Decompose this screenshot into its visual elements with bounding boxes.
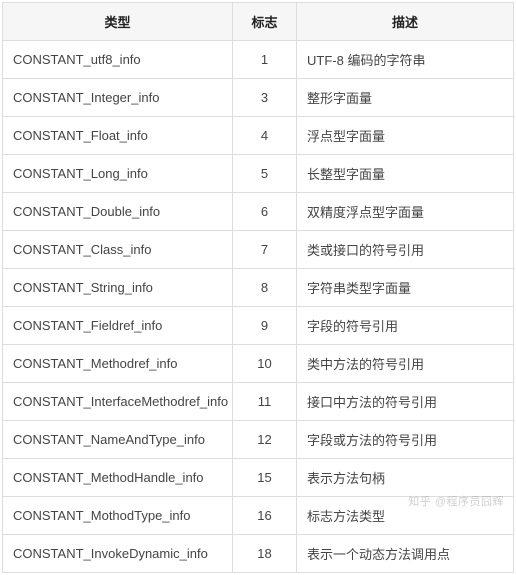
table-row: CONSTANT_Float_info4浮点型字面量	[3, 117, 514, 155]
cell-desc: 浮点型字面量	[297, 117, 514, 155]
header-desc: 描述	[297, 3, 514, 41]
cell-flag: 1	[233, 41, 297, 79]
cell-flag: 8	[233, 269, 297, 307]
cell-flag: 15	[233, 459, 297, 497]
cell-desc: 字符串类型字面量	[297, 269, 514, 307]
constant-pool-table: 类型 标志 描述 CONSTANT_utf8_info1UTF-8 编码的字符串…	[2, 2, 514, 573]
table-row: CONSTANT_String_info8字符串类型字面量	[3, 269, 514, 307]
cell-type: CONSTANT_Fieldref_info	[3, 307, 233, 345]
table-header-row: 类型 标志 描述	[3, 3, 514, 41]
cell-flag: 3	[233, 79, 297, 117]
cell-type: CONSTANT_InvokeDynamic_info	[3, 535, 233, 573]
cell-flag: 7	[233, 231, 297, 269]
cell-flag: 10	[233, 345, 297, 383]
header-type: 类型	[3, 3, 233, 41]
cell-desc: 长整型字面量	[297, 155, 514, 193]
cell-flag: 4	[233, 117, 297, 155]
cell-type: CONSTANT_NameAndType_info	[3, 421, 233, 459]
cell-type: CONSTANT_MethodHandle_info	[3, 459, 233, 497]
cell-type: CONSTANT_Integer_info	[3, 79, 233, 117]
header-flag: 标志	[233, 3, 297, 41]
cell-flag: 12	[233, 421, 297, 459]
table-row: CONSTANT_utf8_info1UTF-8 编码的字符串	[3, 41, 514, 79]
cell-desc: 整形字面量	[297, 79, 514, 117]
cell-type: CONSTANT_Double_info	[3, 193, 233, 231]
cell-type: CONSTANT_Float_info	[3, 117, 233, 155]
cell-desc: 表示一个动态方法调用点	[297, 535, 514, 573]
table-row: CONSTANT_Class_info7类或接口的符号引用	[3, 231, 514, 269]
cell-desc: 标志方法类型	[297, 497, 514, 535]
cell-flag: 18	[233, 535, 297, 573]
cell-desc: UTF-8 编码的字符串	[297, 41, 514, 79]
cell-flag: 11	[233, 383, 297, 421]
table-row: CONSTANT_InterfaceMethodref_info11接口中方法的…	[3, 383, 514, 421]
cell-type: CONSTANT_InterfaceMethodref_info	[3, 383, 233, 421]
cell-desc: 类或接口的符号引用	[297, 231, 514, 269]
cell-desc: 接口中方法的符号引用	[297, 383, 514, 421]
cell-type: CONSTANT_Long_info	[3, 155, 233, 193]
table-row: CONSTANT_MethodHandle_info15表示方法句柄	[3, 459, 514, 497]
cell-type: CONSTANT_utf8_info	[3, 41, 233, 79]
table-row: CONSTANT_Double_info6双精度浮点型字面量	[3, 193, 514, 231]
cell-flag: 6	[233, 193, 297, 231]
table-row: CONSTANT_Methodref_info10类中方法的符号引用	[3, 345, 514, 383]
cell-desc: 双精度浮点型字面量	[297, 193, 514, 231]
table-row: CONSTANT_MothodType_info16标志方法类型	[3, 497, 514, 535]
cell-flag: 16	[233, 497, 297, 535]
cell-flag: 5	[233, 155, 297, 193]
cell-type: CONSTANT_Class_info	[3, 231, 233, 269]
cell-desc: 字段或方法的符号引用	[297, 421, 514, 459]
table-row: CONSTANT_Fieldref_info9字段的符号引用	[3, 307, 514, 345]
cell-desc: 表示方法句柄	[297, 459, 514, 497]
table-row: CONSTANT_Integer_info3整形字面量	[3, 79, 514, 117]
cell-desc: 类中方法的符号引用	[297, 345, 514, 383]
table-row: CONSTANT_NameAndType_info12字段或方法的符号引用	[3, 421, 514, 459]
cell-type: CONSTANT_MothodType_info	[3, 497, 233, 535]
cell-flag: 9	[233, 307, 297, 345]
cell-type: CONSTANT_String_info	[3, 269, 233, 307]
table-row: CONSTANT_InvokeDynamic_info18表示一个动态方法调用点	[3, 535, 514, 573]
cell-desc: 字段的符号引用	[297, 307, 514, 345]
cell-type: CONSTANT_Methodref_info	[3, 345, 233, 383]
table-row: CONSTANT_Long_info5长整型字面量	[3, 155, 514, 193]
